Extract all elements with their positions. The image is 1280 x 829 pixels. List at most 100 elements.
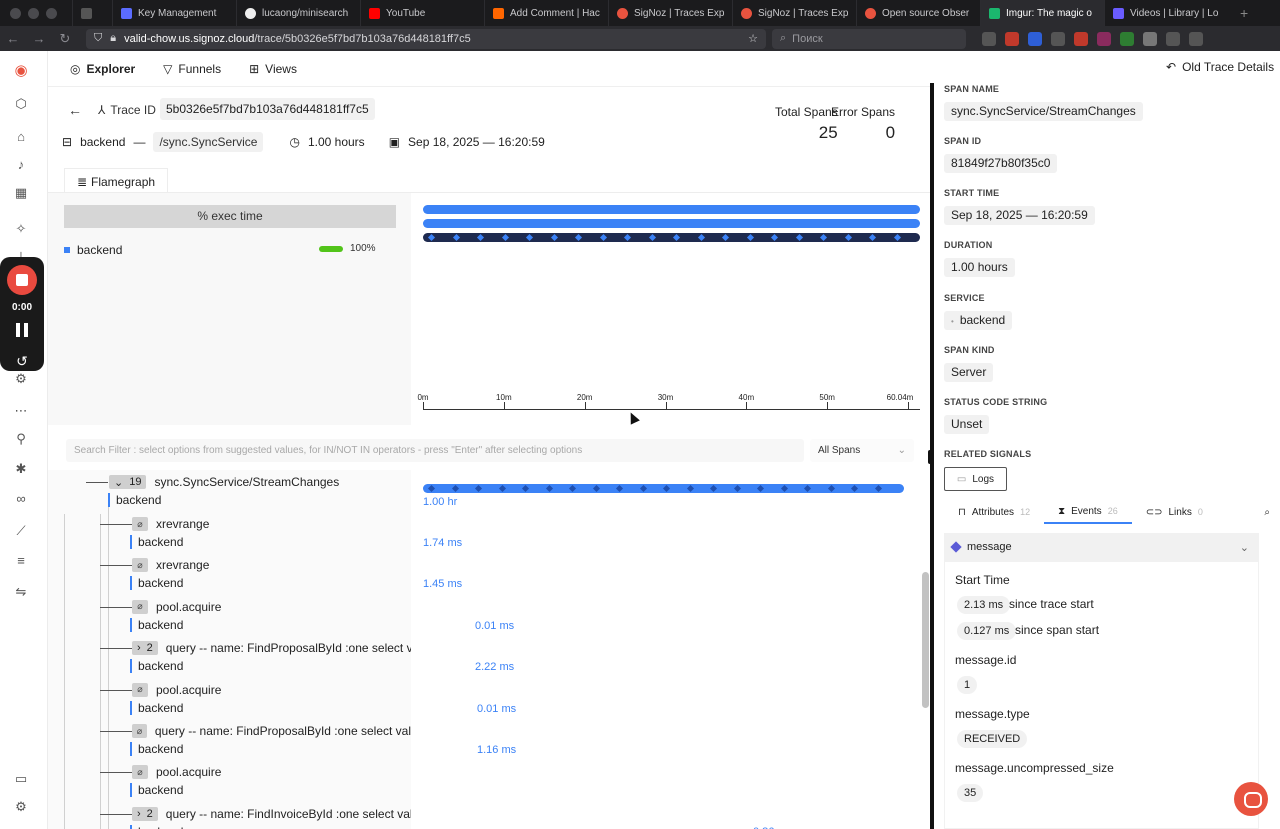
span-event-marker[interactable] [568, 484, 577, 493]
flame-span-marker[interactable] [672, 233, 681, 242]
span-row[interactable]: ⌀ pool.acquire [132, 682, 221, 697]
span-list-scrollbar[interactable] [922, 572, 929, 708]
browser-tab[interactable]: SigNoz | Traces Exp [608, 0, 732, 26]
browser-tab-active[interactable]: Imgur: The magic o [980, 0, 1104, 26]
flame-span-marker[interactable] [476, 233, 485, 242]
span-search-filter[interactable]: Search Filter : select options from sugg… [66, 439, 804, 462]
flame-span-marker[interactable] [721, 233, 730, 242]
span-row[interactable]: ⌀ query -- name: FindProposalById :one se… [132, 724, 411, 738]
browser-tab[interactable]: SigNoz | Traces Exp [732, 0, 856, 26]
flame-span-marker[interactable] [501, 233, 509, 242]
service-value[interactable]: • backend [944, 311, 1013, 330]
span-event-marker[interactable] [780, 484, 788, 493]
line-chart-icon[interactable]: ⟋ [13, 523, 29, 539]
sparkle-icon[interactable]: ✧ [13, 221, 29, 237]
more-icon[interactable]: ⋯ [13, 403, 29, 419]
flame-span-marker[interactable] [844, 233, 852, 242]
span-event-marker[interactable] [850, 484, 859, 493]
flame-span-marker[interactable] [893, 233, 901, 242]
grid-icon[interactable]: ▦ [13, 185, 29, 201]
browser-tab[interactable]: YouTube [360, 0, 484, 26]
sidebar-toggle-icon[interactable] [1143, 31, 1157, 46]
search-icon[interactable]: ⌕ [1264, 507, 1270, 518]
span-event-marker[interactable] [709, 484, 718, 493]
span-event-marker[interactable] [662, 484, 671, 493]
span-kind-value[interactable]: Server [944, 363, 994, 382]
status-value[interactable]: Unset [944, 415, 990, 434]
duration-value[interactable]: 1.00 hours [944, 258, 1015, 277]
settings-icon[interactable]: ⚙ [13, 799, 29, 815]
logs-button[interactable]: ▭ Logs [944, 467, 1007, 491]
flame-bar[interactable] [423, 219, 920, 228]
browser-tab[interactable]: lucaong/minisearch [236, 0, 360, 26]
browser-tab[interactable]: Videos | Library | Lo [1104, 0, 1228, 26]
span-event-marker[interactable] [686, 484, 694, 493]
old-trace-details-button[interactable]: ↶ Old Trace Details [1166, 60, 1274, 74]
signoz-logo-icon[interactable]: ◉ [13, 63, 29, 79]
span-event-marker[interactable] [474, 484, 483, 493]
flame-span-marker[interactable] [550, 233, 558, 242]
flame-span-marker[interactable] [623, 233, 632, 242]
chat-icon[interactable]: ▭ [13, 771, 29, 787]
forward-icon[interactable]: → [26, 31, 52, 46]
browser-tab[interactable]: Add Comment | Hac [484, 0, 608, 26]
span-row[interactable]: ⌀ pool.acquire [132, 599, 221, 614]
span-scope-select[interactable]: All Spans ⌄ [810, 439, 914, 462]
bell-icon[interactable]: ♪ [13, 157, 29, 173]
flame-span-marker[interactable] [525, 233, 534, 242]
span-row[interactable]: › 2 query -- name: FindInvoiceById :one se… [132, 806, 411, 821]
extension-icon[interactable] [1097, 31, 1111, 46]
overflow-icon[interactable] [1166, 31, 1180, 46]
flame-bar-children[interactable] [423, 233, 920, 242]
span-row[interactable]: ⌀ pool.acquire [132, 765, 221, 780]
flame-span-marker[interactable] [648, 233, 656, 242]
span-event-marker[interactable] [874, 484, 882, 493]
stop-recording-button[interactable] [7, 265, 37, 295]
browser-tab[interactable] [72, 0, 112, 26]
tab-explorer[interactable]: ◎ Explorer [60, 58, 145, 80]
youtube-ext-icon[interactable] [1074, 31, 1088, 46]
span-id-value[interactable]: 81849f27b80f35c0 [944, 154, 1058, 173]
back-icon[interactable]: ← [0, 31, 26, 46]
span-name-value[interactable]: sync.SyncService/StreamChanges [944, 102, 1143, 121]
tab-attributes[interactable]: ⊓ Attributes 12 [944, 500, 1044, 524]
span-timeline-bar[interactable] [423, 484, 904, 493]
span-expand-toggle[interactable]: › 2 [132, 641, 158, 656]
browser-tab[interactable]: Key Management [112, 0, 236, 26]
back-arrow-icon[interactable]: ← [68, 102, 82, 118]
span-event-marker[interactable] [592, 484, 600, 493]
tab-flamegraph[interactable]: ≣ Flamegraph [64, 168, 168, 194]
tab-events[interactable]: ⧗ Events 26 [1044, 500, 1132, 524]
pause-icon[interactable] [16, 323, 28, 337]
flame-span-marker[interactable] [868, 233, 877, 242]
span-event-marker[interactable] [545, 484, 553, 493]
new-tab-icon[interactable]: + [1228, 5, 1260, 21]
restart-icon[interactable]: ↺ [0, 353, 44, 370]
tab-funnels[interactable]: ▽ Funnels [153, 58, 231, 80]
span-event-marker[interactable] [733, 484, 741, 493]
span-row[interactable]: ⌀ xrevrange [132, 558, 209, 573]
download-icon[interactable] [982, 31, 996, 46]
span-row[interactable]: ⌀ xrevrange [132, 517, 209, 531]
span-event-marker[interactable] [803, 484, 812, 493]
extension-icon[interactable] [1051, 31, 1065, 46]
span-event-marker[interactable] [451, 484, 459, 493]
flame-span-marker[interactable] [819, 233, 828, 242]
flame-span-marker[interactable] [746, 233, 754, 242]
network-icon[interactable]: ⚙ [13, 371, 29, 387]
flame-span-marker[interactable] [452, 233, 460, 242]
browser-search-input[interactable]: ⌕ Поиск [772, 28, 966, 49]
bookmark-star-icon[interactable]: ☆ [748, 32, 758, 45]
span-event-marker[interactable] [615, 484, 624, 493]
flame-span-marker[interactable] [795, 233, 803, 242]
span-event-marker[interactable] [427, 484, 436, 493]
event-header[interactable]: message ⌄ [944, 533, 1259, 561]
span-event-marker[interactable] [521, 484, 530, 493]
address-bar[interactable]: ⛉ 🔒︎ valid-chow.us.signoz.cloud/trace/5b… [86, 28, 766, 49]
cube-icon[interactable]: ⬡ [13, 96, 29, 112]
browser-tab[interactable]: Open source Obser [856, 0, 980, 26]
tab-links[interactable]: ⊂⊃ Links 0 [1132, 500, 1217, 524]
span-expand-toggle[interactable]: › 2 [132, 806, 158, 821]
flamegraph[interactable]: 0m 10m 20m 30m 40m 50m 60.04m [411, 192, 930, 425]
span-event-marker[interactable] [756, 484, 765, 493]
